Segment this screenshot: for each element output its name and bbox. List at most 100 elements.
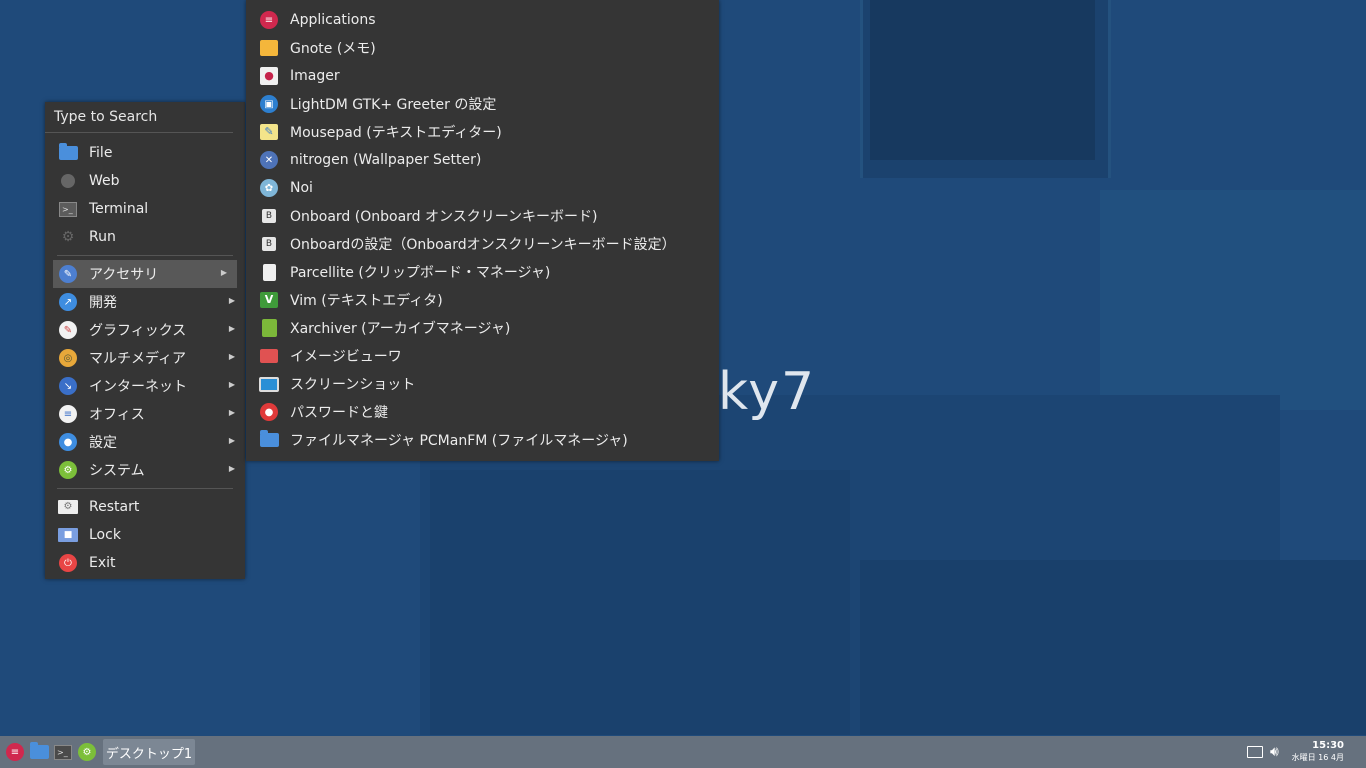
settings-icon: ● xyxy=(58,432,78,452)
submenu-item-vim[interactable]: V Vim (テキストエディタ) xyxy=(246,286,719,314)
menu-category-settings[interactable]: ● 設定 ▶ xyxy=(45,428,245,456)
submenu-item-noi[interactable]: ✿ Noi xyxy=(246,174,719,202)
raspberry-icon: ● xyxy=(259,66,279,86)
submenu-item-label: ファイルマネージャ PCManFM (ファイルマネージャ) xyxy=(290,433,628,449)
file-manager-launcher[interactable] xyxy=(30,742,49,762)
submenu-item-passwords[interactable]: ● パスワードと鍵 xyxy=(246,398,719,426)
menu-item-label: インターネット xyxy=(89,379,187,395)
menu-item-label: File xyxy=(89,145,113,161)
submenu-item-label: Parcellite (クリップボード・マネージャ) xyxy=(290,265,551,281)
menu-item-label: システム xyxy=(89,463,145,479)
menu-category-internet[interactable]: ↘ インターネット ▶ xyxy=(45,372,245,400)
submenu-item-label: Xarchiver (アーカイブマネージャ) xyxy=(290,321,511,337)
menu-item-exit[interactable]: ⏻ Exit xyxy=(45,549,245,577)
submenu-item-onboard-settings[interactable]: B Onboardの設定（Onboardオンスクリーンキーボード設定） xyxy=(246,230,719,258)
menu-category-system[interactable]: ⚙ システム ▶ xyxy=(45,456,245,484)
menu-item-label: Exit xyxy=(89,555,116,571)
search-field[interactable]: Type to Search xyxy=(45,102,233,133)
submenu-item-parcellite[interactable]: Parcellite (クリップボード・マネージャ) xyxy=(246,258,719,286)
settings-launcher[interactable]: ⚙ xyxy=(78,742,96,762)
graphics-icon: ✎ xyxy=(58,320,78,340)
menu-item-label: Terminal xyxy=(89,201,149,217)
system-icon: ⚙ xyxy=(58,460,78,480)
submenu-arrow-icon: ▶ xyxy=(228,464,235,473)
restart-icon: ⚙ xyxy=(58,497,78,517)
display-tray-button[interactable] xyxy=(1247,742,1263,762)
submenu-item-screenshot[interactable]: スクリーンショット xyxy=(246,370,719,398)
submenu-arrow-icon: ▶ xyxy=(228,352,235,361)
submenu-arrow-icon: ▶ xyxy=(228,296,235,305)
submenu-item-nitrogen[interactable]: ✕ nitrogen (Wallpaper Setter) xyxy=(246,146,719,174)
submenu-item-label: Noi xyxy=(290,180,313,196)
wallpaper-block xyxy=(430,470,850,735)
menu-item-label: Web xyxy=(89,173,120,189)
submenu-item-label: Vim (テキストエディタ) xyxy=(290,293,443,309)
submenu-arrow-icon: ▶ xyxy=(228,380,235,389)
menu-category-development[interactable]: ↗ 開発 ▶ xyxy=(45,288,245,316)
note-icon xyxy=(259,38,279,58)
submenu-item-applications[interactable]: ≡ Applications xyxy=(246,6,719,34)
desktop-logo-text: ky7 xyxy=(718,362,817,422)
menu-item-terminal[interactable]: >_ Terminal xyxy=(45,195,245,223)
wallpaper-block xyxy=(1100,190,1366,410)
menu-item-label: 設定 xyxy=(89,435,117,451)
internet-icon: ↘ xyxy=(58,376,78,396)
lock-icon: ■ xyxy=(58,525,78,545)
submenu-item-xarchiver[interactable]: Xarchiver (アーカイブマネージャ) xyxy=(246,314,719,342)
menu-item-label: Restart xyxy=(89,499,140,515)
globe-icon xyxy=(58,171,78,191)
keyboard-settings-icon: B xyxy=(259,234,279,254)
submenu-item-image-viewer[interactable]: イメージビューワ xyxy=(246,342,719,370)
taskbar: ≡ >_ ⚙ デスクトップ1 🔊︎ 15:30 水曜日 16 4月 xyxy=(0,736,1366,768)
menu-item-lock[interactable]: ■ Lock xyxy=(45,521,245,549)
taskbar-desktop-button[interactable]: デスクトップ1 xyxy=(103,739,195,765)
archive-icon xyxy=(259,318,279,338)
screenshot-icon xyxy=(259,374,279,394)
power-icon: ⏻ xyxy=(58,553,78,573)
application-menu: Type to Search File Web >_ Terminal ⚙ Ru… xyxy=(45,102,245,579)
wallpaper-block xyxy=(860,0,1111,178)
submenu-item-gnote[interactable]: Gnote (メモ) xyxy=(246,34,719,62)
submenu-item-lightdm[interactable]: ▣ LightDM GTK+ Greeter の設定 xyxy=(246,90,719,118)
menu-item-label: Lock xyxy=(89,527,121,543)
submenu-item-label: パスワードと鍵 xyxy=(290,405,388,421)
submenu-arrow-icon: ▶ xyxy=(228,436,235,445)
applications-icon: ≡ xyxy=(259,10,279,30)
clock[interactable]: 15:30 水曜日 16 4月 xyxy=(1292,740,1344,764)
menu-item-restart[interactable]: ⚙ Restart xyxy=(45,493,245,521)
wallpaper-block xyxy=(870,0,1095,160)
menu-category-graphics[interactable]: ✎ グラフィックス ▶ xyxy=(45,316,245,344)
speaker-icon: 🔊︎ xyxy=(1270,744,1279,760)
accessories-icon: ✎ xyxy=(58,264,78,284)
menu-category-office[interactable]: ≡ オフィス ▶ xyxy=(45,400,245,428)
taskbar-task-label: デスクトップ1 xyxy=(105,746,193,762)
mousepad-icon: ✎ xyxy=(259,122,279,142)
desktop-logo: ky7 xyxy=(718,362,816,422)
menu-category-multimedia[interactable]: ◎ マルチメディア ▶ xyxy=(45,344,245,372)
app-menu-button[interactable]: ≡ xyxy=(6,742,24,762)
menu-item-file[interactable]: File xyxy=(45,139,245,167)
submenu-item-label: Onboard (Onboard オンスクリーンキーボード) xyxy=(290,209,598,225)
submenu-item-onboard[interactable]: B Onboard (Onboard オンスクリーンキーボード) xyxy=(246,202,719,230)
submenu-item-label: イメージビューワ xyxy=(290,349,402,365)
clock-time: 15:30 xyxy=(1312,740,1344,751)
menu-item-label: 開発 xyxy=(89,295,117,311)
submenu-item-file-manager[interactable]: ファイルマネージャ PCManFM (ファイルマネージャ) xyxy=(246,426,719,454)
menu-item-run[interactable]: ⚙ Run xyxy=(45,223,245,251)
submenu-item-imager[interactable]: ● Imager xyxy=(246,62,719,90)
submenu-item-mousepad[interactable]: ✎ Mousepad (テキストエディター) xyxy=(246,118,719,146)
menu-item-label: グラフィックス xyxy=(89,323,187,339)
volume-tray-button[interactable]: 🔊︎ xyxy=(1270,742,1279,762)
accessories-submenu: ≡ Applications Gnote (メモ) ● Imager ▣ Lig… xyxy=(246,0,719,461)
keyboard-icon: B xyxy=(259,206,279,226)
vim-icon: V xyxy=(259,290,279,310)
submenu-arrow-icon: ▶ xyxy=(228,324,235,333)
menu-item-web[interactable]: Web xyxy=(45,167,245,195)
terminal-launcher[interactable]: >_ xyxy=(54,742,72,762)
submenu-item-label: スクリーンショット xyxy=(290,377,416,393)
multimedia-icon: ◎ xyxy=(58,348,78,368)
folder-icon xyxy=(30,742,49,759)
clock-date: 水曜日 16 4月 xyxy=(1291,753,1344,762)
submenu-item-label: Applications xyxy=(290,12,376,28)
menu-category-accessories[interactable]: ✎ アクセサリ ▶ xyxy=(53,260,237,288)
